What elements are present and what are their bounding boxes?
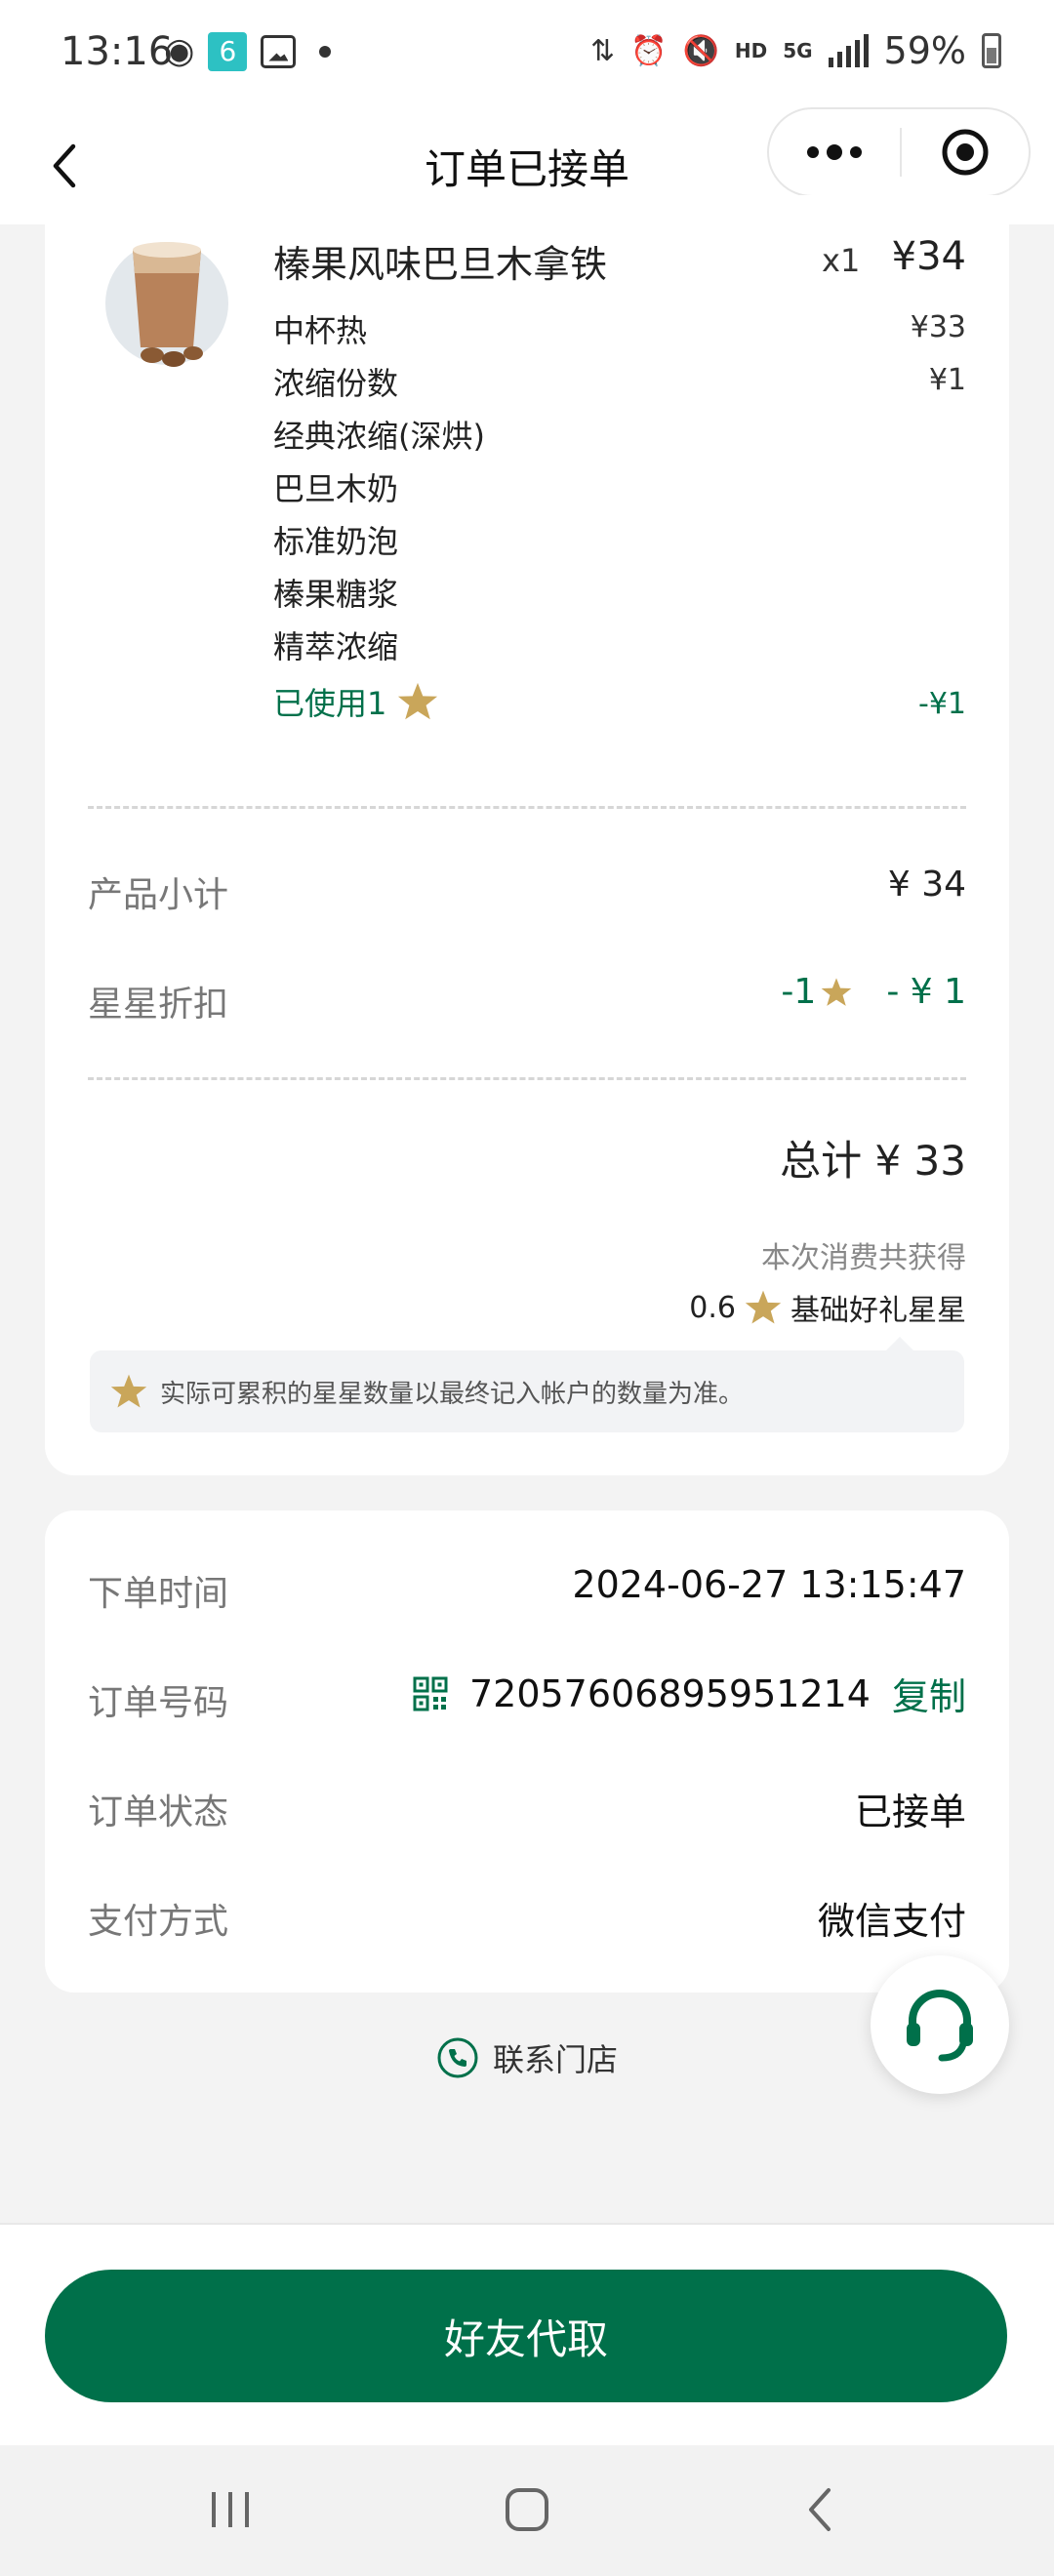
system-back-button[interactable] [781,2480,859,2539]
qr-code-icon[interactable] [413,1676,448,1711]
back-icon [809,2488,831,2531]
more-button[interactable] [769,109,900,195]
stars-used: 已使用1 [273,679,439,724]
alarm-icon: ⏰ [630,33,668,68]
recent-apps-button[interactable] [191,2480,269,2539]
weibo-icon: ◉ [164,31,195,71]
option-label: 标准奶泡 [273,523,399,560]
option-label: 榛果糖浆 [273,576,399,613]
earned-amount: 0.6 [689,1290,736,1325]
earned-type: 基础好礼星星 [790,1294,966,1328]
home-button[interactable] [488,2480,566,2539]
product-price: ¥34 [891,234,966,279]
system-navigation-bar [0,2445,1054,2576]
close-miniprogram-button[interactable] [902,109,1029,195]
battery-percent: 59% [883,29,966,72]
earn-title: 本次消费共获得 [761,1241,966,1275]
miniprogram-capsule [767,107,1031,197]
option-label: 精萃浓缩 [273,628,399,665]
order-total: 总计 ¥ 33 [780,1137,966,1185]
order-detail-card: 榛果风味巴旦木拿铁 x1 ¥34 中杯热 ¥33 浓缩份数 ¥1 经典浓缩(深烘… [45,195,1009,1475]
status-time: 13:16 [61,29,174,74]
order-time-label: 下单时间 [88,1574,229,1614]
copy-button[interactable]: 复制 [892,1667,966,1720]
divider [88,806,966,809]
option-label: 浓缩份数 [273,365,399,402]
subtotal-label: 产品小计 [88,875,229,915]
star-icon [110,1374,147,1408]
bottom-action-bar: 好友代取 [0,2223,1054,2445]
friend-pickup-button[interactable]: 好友代取 [45,2270,1007,2402]
divider [88,1077,966,1080]
star-discount-value: - ¥ 1 [886,972,966,1012]
gallery-icon [261,34,297,68]
stars-notice: 实际可累积的星星数量以最终记入帐户的数量为准。 [90,1337,964,1432]
star-icon [398,682,438,720]
hd-label: HD [734,39,768,62]
contact-store-label: 联系门店 [492,2041,618,2078]
network-label: 5G [783,39,813,62]
target-close-icon [942,129,989,176]
payment-method-value: 微信支付 [817,1900,966,1943]
status-notification-icons: ◉ 6 [164,31,332,71]
payment-method-label: 支付方式 [88,1902,229,1942]
option-price: ¥1 [928,363,966,397]
mute-icon: 🔇 [682,33,719,68]
order-number-row: 72057606895951214 复制 [413,1667,966,1720]
battery-icon [982,33,1001,68]
option-price: ¥33 [910,310,966,344]
earned-stars: 0.6 基础好礼星星 [689,1286,966,1329]
star-icon [822,977,852,1006]
recent-apps-icon [212,2492,249,2527]
more-notifications-icon [319,45,332,58]
star-discount: -1 - ¥ 1 [781,972,966,1012]
data-transfer-icon: ⇅ [589,33,616,68]
subtotal-value: ¥ 34 [887,865,966,905]
star-icon [745,1290,782,1324]
home-icon [506,2488,548,2531]
phone-icon [437,2037,478,2078]
option-label: 经典浓缩(深烘) [273,418,485,455]
star-discount-stars: -1 [781,972,817,1012]
order-number-value: 72057606895951214 [468,1671,871,1715]
order-info-card: 下单时间 2024-06-27 13:15:47 订单号码 7205760689… [45,1510,1009,1992]
notice-text: 实际可累积的星星数量以最终记入帐户的数量为准。 [160,1379,745,1409]
product-name: 榛果风味巴旦木拿铁 [273,243,608,286]
order-time-value: 2024-06-27 13:15:47 [572,1563,966,1606]
option-label: 巴旦木奶 [273,470,399,507]
signal-icon [828,34,869,67]
status-bar: 13:16 ◉ 6 ⇅ ⏰ 🔇 HD 5G 59% [0,0,1054,107]
notification-badge: 6 [208,31,248,71]
order-number-label: 订单号码 [88,1683,229,1723]
stars-used-label: 已使用1 [273,685,387,722]
order-status-label: 订单状态 [88,1792,229,1832]
product-quantity: x1 [822,242,861,279]
stars-used-value: -¥1 [918,687,966,721]
option-label: 中杯热 [273,312,368,349]
contact-store-link[interactable]: 联系门店 [0,2035,1054,2080]
status-system-icons: ⇅ ⏰ 🔇 HD 5G 59% [590,29,1001,72]
star-discount-label: 星星折扣 [88,985,229,1025]
product-image [105,242,228,367]
order-status-value: 已接单 [854,1791,966,1833]
